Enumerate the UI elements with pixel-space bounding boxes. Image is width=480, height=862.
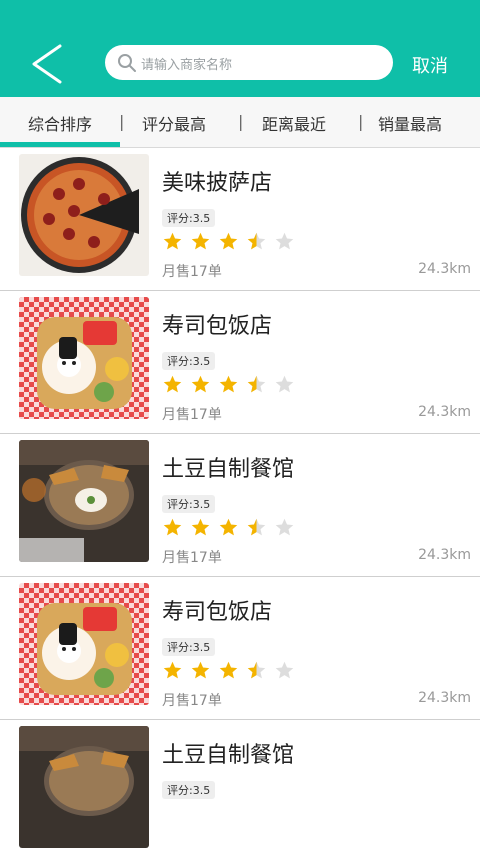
star-icon bbox=[219, 518, 238, 536]
chips-image bbox=[19, 440, 149, 562]
bento-image bbox=[19, 297, 149, 419]
tab-nearest-distance[interactable]: 距离最近 bbox=[262, 111, 326, 135]
restaurant-name: 土豆自制餐馆 bbox=[162, 457, 295, 482]
star-half-icon bbox=[248, 661, 266, 679]
star-empty-icon bbox=[276, 518, 294, 536]
star-rating bbox=[162, 374, 297, 395]
rating-badge: 评分:3.5 bbox=[162, 209, 216, 227]
star-icon bbox=[163, 518, 182, 536]
restaurant-name: 土豆自制餐馆 bbox=[162, 743, 295, 768]
sort-tabs: 综合排序 | 评分最高 | 距离最近 | 销量最高 bbox=[0, 97, 480, 148]
star-empty-icon bbox=[276, 375, 294, 393]
tab-highest-rating[interactable]: 评分最高 bbox=[142, 111, 206, 135]
top-bar: 请输入商家名称 取消 bbox=[0, 0, 480, 97]
rating-badge: 评分:3.5 bbox=[162, 781, 216, 799]
back-icon[interactable] bbox=[24, 40, 72, 88]
search-input[interactable]: 请输入商家名称 bbox=[105, 45, 393, 80]
list-item[interactable]: 土豆自制餐馆 评分:3.5 bbox=[0, 720, 480, 862]
restaurant-list: 美味披萨店 评分:3.5 月售17单 24.3km 寿司包饭店 评分:3.5 月… bbox=[0, 148, 480, 862]
tab-separator: | bbox=[119, 112, 125, 131]
star-icon bbox=[191, 518, 210, 536]
list-item[interactable]: 寿司包饭店 评分:3.5 月售17单 24.3km bbox=[0, 577, 480, 720]
star-icon bbox=[163, 232, 182, 250]
distance: 24.3km bbox=[418, 261, 471, 277]
star-icon bbox=[163, 375, 182, 393]
monthly-sales: 月售17单 bbox=[162, 264, 222, 280]
star-icon bbox=[191, 232, 210, 250]
distance: 24.3km bbox=[418, 404, 471, 420]
restaurant-name: 美味披萨店 bbox=[162, 171, 273, 196]
tab-separator: | bbox=[238, 112, 244, 131]
list-item[interactable]: 土豆自制餐馆 评分:3.5 月售17单 24.3km bbox=[0, 434, 480, 577]
star-empty-icon bbox=[276, 232, 294, 250]
star-rating bbox=[162, 517, 297, 538]
restaurant-name: 寿司包饭店 bbox=[162, 314, 273, 339]
pizza-image bbox=[19, 154, 149, 276]
tab-highest-sales[interactable]: 销量最高 bbox=[378, 111, 442, 135]
star-icon bbox=[219, 232, 238, 250]
cancel-button[interactable]: 取消 bbox=[412, 52, 448, 78]
search-placeholder: 请输入商家名称 bbox=[141, 58, 233, 73]
star-half-icon bbox=[248, 232, 266, 250]
star-icon bbox=[219, 661, 238, 679]
star-empty-icon bbox=[276, 661, 294, 679]
rating-badge: 评分:3.5 bbox=[162, 638, 216, 656]
distance: 24.3km bbox=[418, 690, 471, 706]
star-rating bbox=[162, 231, 297, 252]
star-half-icon bbox=[248, 518, 266, 536]
tab-comprehensive-sort[interactable]: 综合排序 bbox=[28, 111, 92, 135]
rating-badge: 评分:3.5 bbox=[162, 495, 216, 513]
rating-badge: 评分:3.5 bbox=[162, 352, 216, 370]
star-icon bbox=[191, 375, 210, 393]
star-icon bbox=[163, 661, 182, 679]
tab-separator: | bbox=[358, 112, 364, 131]
list-item[interactable]: 寿司包饭店 评分:3.5 月售17单 24.3km bbox=[0, 291, 480, 434]
monthly-sales: 月售17单 bbox=[162, 407, 222, 423]
star-half-icon bbox=[248, 375, 266, 393]
star-icon bbox=[219, 375, 238, 393]
chips-image bbox=[19, 726, 149, 848]
restaurant-name: 寿司包饭店 bbox=[162, 600, 273, 625]
star-rating bbox=[162, 660, 297, 681]
monthly-sales: 月售17单 bbox=[162, 550, 222, 566]
search-icon bbox=[118, 54, 136, 72]
list-item[interactable]: 美味披萨店 评分:3.5 月售17单 24.3km bbox=[0, 148, 480, 291]
distance: 24.3km bbox=[418, 547, 471, 563]
active-tab-indicator bbox=[0, 142, 120, 147]
monthly-sales: 月售17单 bbox=[162, 693, 222, 709]
star-icon bbox=[191, 661, 210, 679]
bento-image bbox=[19, 583, 149, 705]
